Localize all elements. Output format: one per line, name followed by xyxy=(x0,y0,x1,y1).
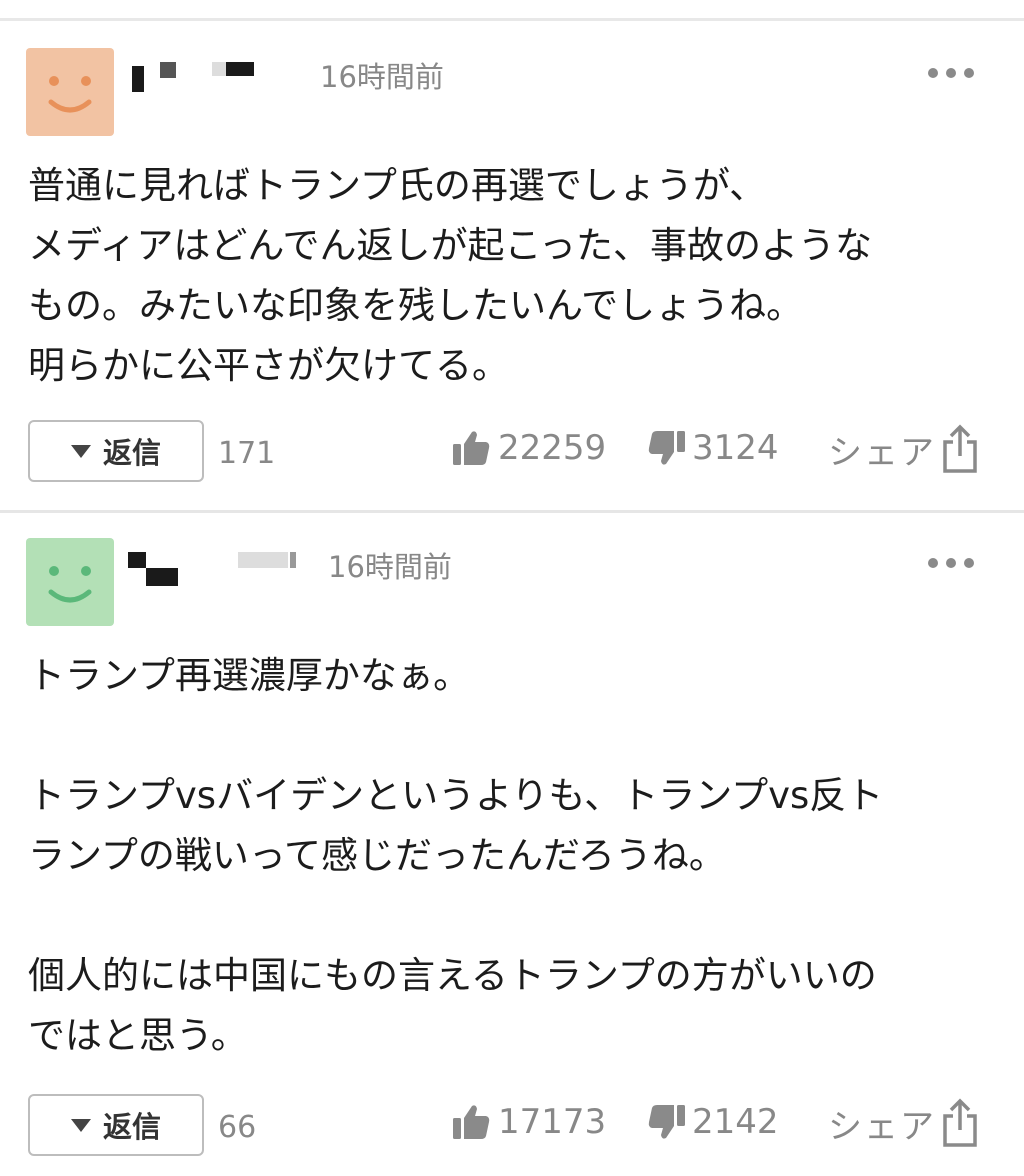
comment-body: 普通に見ればトランプ氏の再選でしょうが、 メディアはどんでん返しが起こった、事故… xyxy=(28,164,872,387)
more-options-button[interactable] xyxy=(928,68,974,78)
timestamp: 16時間前 xyxy=(320,60,444,94)
reply-count: 66 xyxy=(218,1110,257,1145)
like-button[interactable]: 17173 xyxy=(452,1102,606,1142)
avatar[interactable] xyxy=(26,538,114,626)
like-button[interactable]: 22259 xyxy=(452,428,606,468)
share-label: シェア xyxy=(828,1106,936,1147)
triangle-down-icon xyxy=(70,444,91,458)
share-button[interactable]: シェア xyxy=(828,1098,978,1148)
like-count: 22259 xyxy=(498,428,607,468)
dislike-count: 2142 xyxy=(692,1102,779,1142)
more-dots-icon xyxy=(928,68,938,78)
smiley-face-icon xyxy=(48,566,92,603)
comment-actions: 返信 171 22259 3124 シェア xyxy=(0,420,1024,490)
share-button[interactable]: シェア xyxy=(828,424,978,474)
thumbs-up-icon xyxy=(453,431,490,465)
comment-item: 16時間前 普通に見ればトランプ氏の再選でしょうが、 メディアはどんでん返しが起… xyxy=(0,24,1024,513)
thumbs-down-icon xyxy=(648,1105,685,1139)
share-icon xyxy=(943,1098,977,1147)
comment-actions: 返信 66 17173 2142 シェア xyxy=(0,1094,1024,1164)
avatar[interactable] xyxy=(26,48,114,136)
dislike-button[interactable]: 3124 xyxy=(648,428,779,468)
smiley-face-icon xyxy=(48,76,92,113)
timestamp: 16時間前 xyxy=(328,550,452,584)
reply-count: 171 xyxy=(218,436,276,471)
comment-body: トランプ再選濃厚かなぁ。 トランプvsバイデンというよりも、トランプvs反ト ラ… xyxy=(28,654,884,1057)
thumbs-down-icon xyxy=(648,431,685,465)
reply-label: 返信 xyxy=(102,1110,161,1144)
share-label: シェア xyxy=(828,432,936,473)
username-redacted[interactable] xyxy=(128,544,308,594)
reply-button[interactable]: 返信 xyxy=(28,1094,204,1156)
thumbs-up-icon xyxy=(453,1105,490,1139)
more-dots-icon xyxy=(928,558,938,568)
dislike-button[interactable]: 2142 xyxy=(648,1102,779,1142)
comment-item: 16時間前 トランプ再選濃厚かなぁ。 トランプvsバイデンというよりも、トランプ… xyxy=(0,514,1024,1176)
like-count: 17173 xyxy=(498,1102,607,1142)
more-options-button[interactable] xyxy=(928,558,974,568)
share-icon xyxy=(943,424,977,473)
reply-label: 返信 xyxy=(102,436,161,470)
reply-button[interactable]: 返信 xyxy=(28,420,204,482)
top-divider xyxy=(0,18,1024,21)
triangle-down-icon xyxy=(70,1118,91,1132)
username-redacted[interactable] xyxy=(128,54,308,104)
dislike-count: 3124 xyxy=(692,428,779,468)
